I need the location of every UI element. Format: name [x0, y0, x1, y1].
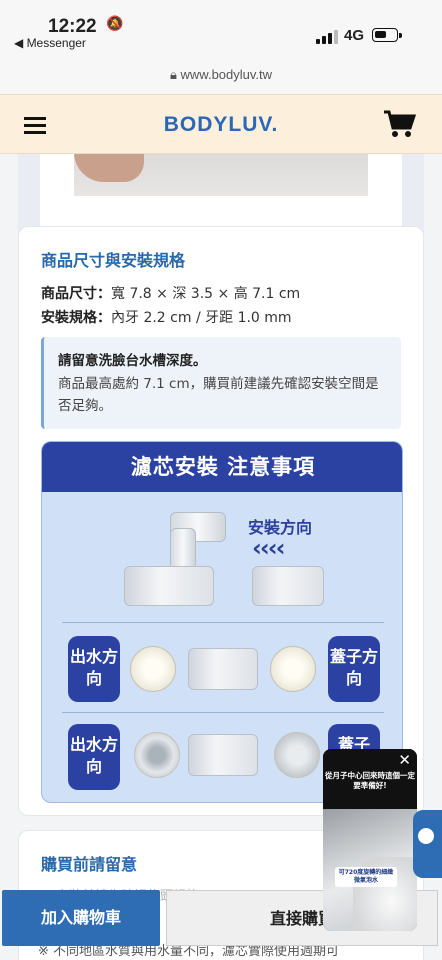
cap-disc-2: [274, 732, 320, 778]
close-icon[interactable]: ✕: [398, 751, 411, 769]
outlet-disc: [130, 646, 176, 692]
add-to-cart-button[interactable]: 加入購物車: [2, 890, 160, 946]
status-time: 12:22: [48, 16, 97, 37]
filter-roll-2: [188, 734, 258, 776]
floating-video[interactable]: ✕ 從月子中心回來時這個一定要準備好! 可720度旋轉的細緻微氣泡水: [323, 749, 417, 931]
url-text: www.bodyluv.tw: [180, 67, 273, 82]
video-caption-top: 從月子中心回來時這個一定要準備好!: [325, 771, 415, 790]
divider: [62, 712, 384, 713]
spec-title: 商品尺寸與安裝規格: [41, 251, 186, 270]
filter-housing: [124, 566, 214, 606]
depth-notice: 請留意洗臉台水槽深度。 商品最高處約 7.1 cm，購買前建議先確認安裝空間是否…: [41, 337, 401, 429]
cell-signal-icon: [316, 30, 338, 44]
install-spec: 安裝規格：內牙 2.2 cm / 牙距 1.0 mm: [41, 307, 292, 327]
video-caption-bottom: 可720度旋轉的細緻微氣泡水: [335, 867, 397, 887]
cart-icon[interactable]: [382, 109, 416, 139]
cap-tag: 蓋子方向: [328, 636, 380, 702]
direction-chevrons: ‹‹‹‹: [252, 534, 286, 562]
lock-icon: 🔒︎: [169, 67, 177, 82]
size-value: 寬 7.8 × 深 3.5 × 高 7.1 cm: [111, 286, 301, 302]
url-bar[interactable]: 🔒︎ www.bodyluv.tw: [0, 56, 442, 94]
filter-roll: [188, 648, 258, 690]
mute-bell-icon: 🔕: [106, 16, 124, 32]
network-type: 4G: [344, 27, 365, 44]
status-bar: 12:22 🔕 ◀ Messenger 4G: [0, 0, 442, 56]
site-logo[interactable]: BODYLUV.: [0, 113, 442, 137]
spec-card: 商品尺寸與安裝規格 商品尺寸：寬 7.8 × 深 3.5 × 高 7.1 cm …: [18, 226, 424, 816]
purchase-title: 購買前請留意: [41, 855, 138, 874]
outlet-tag: 出水方向: [68, 636, 120, 702]
chat-button[interactable]: [413, 810, 442, 878]
battery-icon: [372, 28, 402, 42]
notice-title: 請留意洗臉台水槽深度。: [58, 353, 207, 369]
notice-text: 商品最高處約 7.1 cm，購買前建議先確認安裝空間是否足夠。: [58, 376, 379, 414]
chat-icon: [418, 828, 434, 844]
cap-disc: [270, 646, 316, 692]
size-label: 商品尺寸：: [41, 286, 111, 302]
back-to-app-link[interactable]: ◀ Messenger: [14, 36, 86, 50]
outlet-disc-2: [134, 732, 180, 778]
divider: [62, 622, 384, 623]
outlet-tag-2: 出水方向: [68, 724, 120, 790]
site-header: BODYLUV.: [0, 94, 442, 154]
install-banner: 濾芯安裝 注意事項: [42, 442, 402, 492]
install-value: 內牙 2.2 cm / 牙距 1.0 mm: [111, 310, 292, 326]
install-label: 安裝規格：: [41, 310, 111, 326]
size-spec: 商品尺寸：寬 7.8 × 深 3.5 × 高 7.1 cm: [41, 283, 300, 303]
filter-cartridge: [252, 566, 324, 606]
